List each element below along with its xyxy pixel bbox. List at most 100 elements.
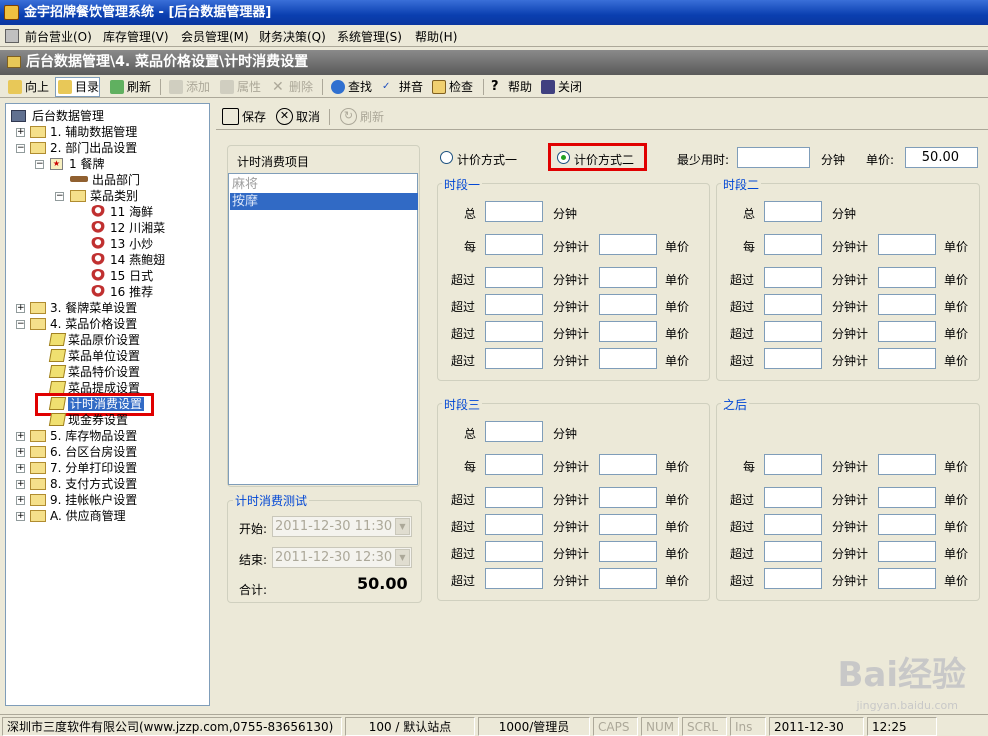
menu-system[interactable]: 系统管理(S) [337,28,402,45]
minutes-input[interactable] [764,348,822,369]
tree-item-c15[interactable]: 15 日式 [90,268,153,284]
delete-button[interactable]: ✕ 删除 [272,78,313,96]
minutes-input[interactable] [764,541,822,562]
tree-item-supplier[interactable]: A. 供应商管理 [30,508,126,524]
price-input[interactable] [878,348,936,369]
splitter[interactable] [211,100,214,706]
tree-item-original-price[interactable]: 菜品原价设置 [48,332,140,348]
directory-button[interactable]: 目录 [55,77,101,97]
price-input[interactable] [599,514,657,535]
menu-finance[interactable]: 财务决策(Q) [259,28,326,45]
total-minutes-input[interactable] [485,201,543,222]
menu-front[interactable]: 前台营业(O) [25,28,92,45]
expand-icon[interactable]: + [16,304,25,313]
minutes-input[interactable] [485,541,543,562]
total-minutes-input[interactable] [764,201,822,222]
tree-item-c12[interactable]: 12 川湘菜 [90,220,165,236]
price-input[interactable] [599,348,657,369]
navigation-tree[interactable]: 后台数据管理 + 1. 辅助数据管理 − 2. 部门出品设置 − ★ 1 餐牌 出… [5,103,210,706]
tree-item-unit[interactable]: 菜品单位设置 [48,348,140,364]
tree-item-accounts[interactable]: 9. 挂帐帐户设置 [30,492,137,508]
expand-icon[interactable]: + [16,432,25,441]
price-input[interactable] [878,541,936,562]
price-input[interactable] [599,294,657,315]
tree-item-printing[interactable]: 7. 分单打印设置 [30,460,137,476]
cancel-button[interactable]: ✕ 取消 [276,108,320,126]
close-button[interactable]: 关闭 [541,78,582,96]
menu-member[interactable]: 会员管理(M) [181,28,249,45]
save-button[interactable]: 保存 [222,108,266,126]
price-input[interactable] [878,234,936,255]
tree-item-c11[interactable]: 11 海鲜 [90,204,153,220]
up-button[interactable]: 向上 [8,78,49,96]
minutes-input[interactable] [485,267,543,288]
tree-item-c13[interactable]: 13 小炒 [90,236,153,252]
tree-item-aux[interactable]: 1. 辅助数据管理 [30,124,137,140]
minutes-input[interactable] [485,348,543,369]
price-input[interactable] [878,487,936,508]
price-input[interactable] [878,321,936,342]
minutes-input[interactable] [764,514,822,535]
menu-help[interactable]: 帮助(H) [415,28,457,45]
tree-item-stock[interactable]: 5. 库存物品设置 [30,428,137,444]
collapse-icon[interactable]: − [35,160,44,169]
dropdown-arrow-icon[interactable]: ▼ [395,549,410,566]
minutes-input[interactable] [485,294,543,315]
mode1-label[interactable]: 计价方式一 [457,151,517,168]
list-item-selected[interactable]: 按摩 [230,193,418,210]
minutes-input[interactable] [764,487,822,508]
dropdown-arrow-icon[interactable]: ▼ [395,518,410,535]
price-input[interactable] [878,294,936,315]
price-input[interactable] [599,267,657,288]
minutes-input[interactable] [485,514,543,535]
refresh-button[interactable]: 刷新 [110,78,151,96]
minutes-input[interactable] [485,321,543,342]
properties-button[interactable]: 属性 [220,78,261,96]
expand-icon[interactable]: + [16,128,25,137]
tree-item-menu-card[interactable]: ★ 1 餐牌 [50,156,104,172]
minutes-input[interactable] [764,267,822,288]
price-input[interactable] [599,321,657,342]
price-input[interactable] [878,568,936,589]
tree-item-price[interactable]: 4. 菜品价格设置 [30,316,137,332]
min-time-input[interactable] [737,147,810,168]
price-input[interactable] [599,487,657,508]
tree-item-dept[interactable]: 2. 部门出品设置 [30,140,137,156]
price-input[interactable] [878,454,936,475]
tree-item-payment[interactable]: 8. 支付方式设置 [30,476,137,492]
minutes-input[interactable] [485,454,543,475]
expand-icon[interactable]: + [16,496,25,505]
price-input[interactable] [878,514,936,535]
tree-item-special-price[interactable]: 菜品特价设置 [48,364,140,380]
tree-item-c14[interactable]: 14 燕鲍翅 [90,252,165,268]
minutes-input[interactable] [485,487,543,508]
price-input[interactable] [599,454,657,475]
minutes-input[interactable] [764,568,822,589]
items-listbox[interactable]: 麻将 按摩 [228,173,418,485]
tree-item-c16[interactable]: 16 推荐 [90,284,153,300]
find-button[interactable]: 查找 [331,78,372,96]
check-button[interactable]: 检查 [432,78,473,96]
price-input[interactable] [878,267,936,288]
menu-inventory[interactable]: 库存管理(V) [103,28,169,45]
expand-icon[interactable]: + [16,480,25,489]
expand-icon[interactable]: + [16,512,25,521]
minutes-input[interactable] [485,568,543,589]
expand-icon[interactable]: + [16,448,25,457]
price-input[interactable] [599,541,657,562]
tree-item-category[interactable]: 菜品类别 [70,188,138,204]
refresh-button[interactable]: ↻ 刷新 [340,108,384,126]
minutes-input[interactable] [764,321,822,342]
minutes-input[interactable] [764,294,822,315]
expand-icon[interactable]: + [16,464,25,473]
tree-item-voucher[interactable]: 现金券设置 [48,412,128,428]
tree-item-tables[interactable]: 6. 台区台房设置 [30,444,137,460]
price-input[interactable] [599,568,657,589]
list-item[interactable]: 麻将 [230,176,418,193]
tree-root[interactable]: 后台数据管理 [11,108,104,124]
total-minutes-input[interactable] [485,421,543,442]
add-button[interactable]: 添加 [169,78,210,96]
minutes-input[interactable] [764,454,822,475]
help-button[interactable]: ? 帮助 [491,78,532,96]
minutes-input[interactable] [485,234,543,255]
